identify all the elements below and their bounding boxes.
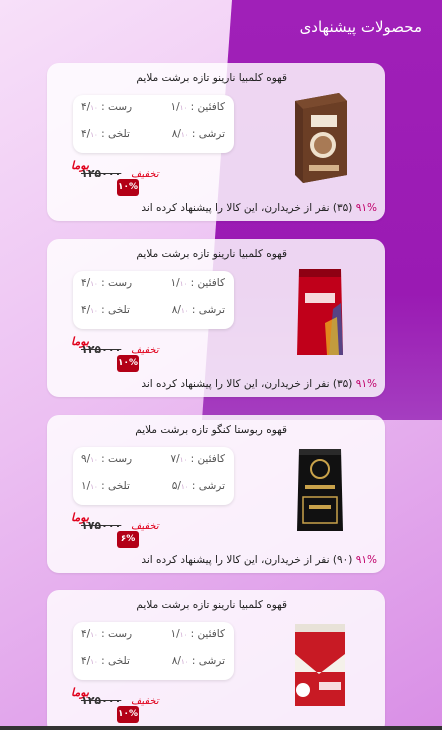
caffeine-label: کافئین : (190, 101, 225, 113)
acidity-label: ترشی : (191, 480, 225, 492)
scale-suffix: ۱۰ (179, 631, 188, 639)
recommend-label: نفر از خریدارن، این کالا را پیشنهاد کرده… (141, 378, 330, 390)
recommend-count: (۹۰) (332, 554, 353, 566)
acidity-label: ترشی : (191, 655, 225, 667)
recommend-percent: ۹۱% (355, 202, 377, 214)
bitter-label: تلخی : (101, 655, 130, 667)
price: ۱۲۵۰۰۰ (81, 694, 122, 707)
recommend-count: (۳۵) (332, 378, 353, 390)
coffee-bag-black-icon (289, 439, 351, 537)
caffeine-value: ۷/ (170, 453, 180, 465)
discount-badge: ۱۰% (117, 179, 139, 196)
product-card[interactable]: قهوه کلمبیا نارینو تازه برشت ملایم کافئی… (47, 63, 385, 221)
recommend-text: ۹۱% (۳۵) نفر از خریدارن، این کالا را پیش… (141, 202, 377, 214)
recommend-percent: ۹۱% (355, 554, 377, 566)
bitter-value: ۱/ (81, 480, 91, 492)
roast-value: ۴/ (81, 628, 91, 640)
scale-suffix: ۱۰ (180, 131, 189, 139)
scale-suffix: ۱۰ (180, 483, 189, 491)
product-card[interactable]: قهوه ربوستا کنگو تازه برشت ملایم کافئین … (47, 415, 385, 573)
caffeine-value: ۱/ (170, 628, 180, 640)
scale-suffix: ۱۰ (90, 307, 98, 315)
scale-suffix: ۱۰ (90, 104, 98, 112)
recommend-text: ۹۱% (۳۵) نفر از خریدارن، این کالا را پیش… (141, 378, 377, 390)
discount-badge: ۱۰% (117, 706, 139, 723)
caffeine-label: کافئین : (190, 453, 225, 465)
scale-suffix: ۱۰ (179, 456, 188, 464)
bitter-value: ۴/ (81, 655, 91, 667)
acidity-value: ۸/ (171, 304, 181, 316)
roast-label: رست : (101, 277, 133, 289)
caffeine-value: ۱/ (170, 101, 180, 113)
scale-suffix: ۱۰ (179, 280, 188, 288)
acidity-label: ترشی : (191, 128, 225, 140)
price: ۱۲۵۰۰۰ (81, 343, 122, 356)
acidity-label: ترشی : (191, 304, 225, 316)
recommend-count: (۳۵) (332, 202, 353, 214)
attributes-panel: کافئین : ۷/۱۰ ترشی : ۵/۱۰ رست : ۹/۱۰ تلخ… (73, 447, 234, 505)
scale-suffix: ۱۰ (90, 280, 98, 288)
product-card[interactable]: قهوه کلمبیا نارینو تازه برشت ملایم کافئی… (47, 239, 385, 397)
recommend-percent: ۹۱% (355, 378, 377, 390)
product-name: قهوه کلمبیا نارینو تازه برشت ملایم (136, 599, 287, 611)
page: محصولات پیشنهادی قهوه کلمبیا نارینو تازه… (0, 0, 442, 730)
price-area: بوما ۱۲۵۰۰۰ تخفیف ۱۰% (67, 686, 217, 730)
price: ۱۷۵۰۰۰ (81, 519, 122, 532)
bitter-label: تلخی : (101, 304, 130, 316)
scale-suffix: ۱۰ (90, 658, 98, 666)
product-card[interactable]: قهوه کلمبیا نارینو تازه برشت ملایم کافئی… (47, 590, 385, 730)
discount-badge: ۱۰% (117, 355, 139, 372)
scale-suffix: ۱۰ (179, 104, 188, 112)
acidity-value: ۸/ (171, 128, 181, 140)
roast-value: ۴/ (81, 277, 91, 289)
scale-suffix: ۱۰ (90, 131, 98, 139)
scale-suffix: ۱۰ (90, 456, 98, 464)
bottom-bar (0, 726, 442, 730)
caffeine-label: کافئین : (190, 628, 225, 640)
caffeine-label: کافئین : (190, 277, 225, 289)
acidity-value: ۸/ (171, 655, 181, 667)
bitter-label: تلخی : (101, 480, 130, 492)
page-title: محصولات پیشنهادی (299, 18, 422, 36)
bitter-label: تلخی : (101, 128, 130, 140)
coffee-box-brown-icon (289, 87, 351, 185)
product-name: قهوه کلمبیا نارینو تازه برشت ملایم (136, 248, 287, 260)
roast-label: رست : (101, 101, 133, 113)
roast-label: رست : (101, 453, 133, 465)
roast-value: ۹/ (81, 453, 91, 465)
recommend-label: نفر از خریدارن، این کالا را پیشنهاد کرده… (141, 554, 330, 566)
scale-suffix: ۱۰ (90, 631, 98, 639)
roast-value: ۴/ (81, 101, 91, 113)
recommend-label: نفر از خریدارن، این کالا را پیشنهاد کرده… (141, 202, 330, 214)
roast-label: رست : (101, 628, 133, 640)
scale-suffix: ۱۰ (180, 307, 189, 315)
bitter-value: ۴/ (81, 304, 91, 316)
scale-suffix: ۱۰ (90, 483, 98, 491)
coffee-pack-red-white-icon (289, 614, 351, 712)
attributes-panel: کافئین : ۱/۱۰ ترشی : ۸/۱۰ رست : ۴/۱۰ تلخ… (73, 622, 234, 680)
product-name: قهوه کلمبیا نارینو تازه برشت ملایم (136, 72, 287, 84)
product-name: قهوه ربوستا کنگو تازه برشت ملایم (135, 424, 287, 436)
bitter-value: ۴/ (81, 128, 91, 140)
recommend-text: ۹۱% (۹۰) نفر از خریدارن، این کالا را پیش… (141, 554, 377, 566)
attributes-panel: کافئین : ۱/۱۰ ترشی : ۸/۱۰ رست : ۴/۱۰ تلخ… (73, 95, 234, 153)
coffee-bag-red-icon (289, 263, 351, 361)
attributes-panel: کافئین : ۱/۱۰ ترشی : ۸/۱۰ رست : ۴/۱۰ تلخ… (73, 271, 234, 329)
price: ۱۲۵۰۰۰ (81, 167, 122, 180)
acidity-value: ۵/ (171, 480, 181, 492)
discount-badge: ۶% (117, 531, 139, 548)
caffeine-value: ۱/ (170, 277, 180, 289)
scale-suffix: ۱۰ (180, 658, 189, 666)
